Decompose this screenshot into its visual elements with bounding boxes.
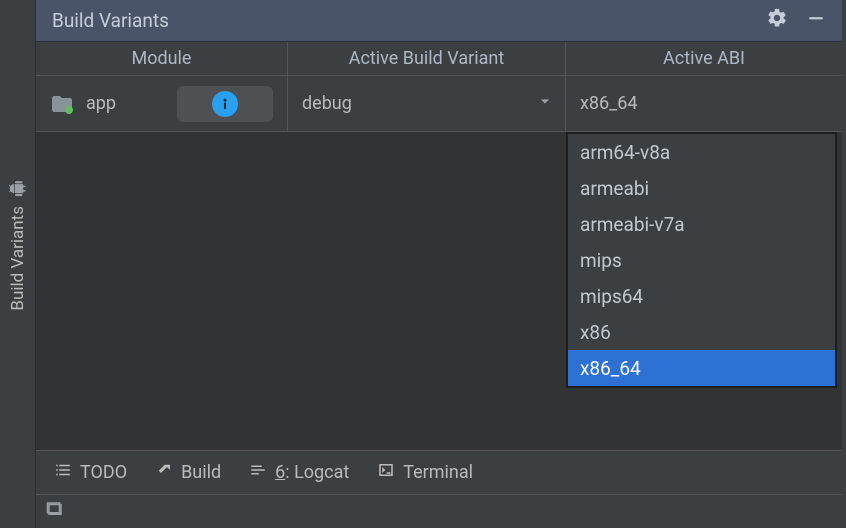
abi-option-arm64-v8a[interactable]: arm64-v8a — [568, 134, 835, 170]
footer-bar — [36, 494, 842, 528]
window-icon[interactable] — [46, 500, 64, 523]
settings-button[interactable] — [766, 7, 788, 34]
columns-header: Module Active Build Variant Active ABI — [36, 42, 842, 76]
module-name: app — [86, 93, 116, 114]
status-bar: TODO Build 6: Logcat Terminal — [36, 450, 842, 494]
column-header-module: Module — [36, 42, 288, 75]
abi-option-x86[interactable]: x86 — [568, 314, 835, 350]
tool-tab-label: Build Variants — [8, 206, 28, 311]
gear-icon — [766, 7, 788, 34]
minimize-button[interactable] — [806, 8, 826, 33]
variant-value: debug — [302, 93, 352, 114]
status-todo[interactable]: TODO — [54, 461, 127, 484]
abi-value: x86_64 — [580, 93, 638, 114]
abi-dropdown[interactable]: arm64-v8aarmeabiarmeabi-v7amipsmips64x86… — [566, 132, 837, 388]
info-badge[interactable] — [177, 86, 273, 122]
abi-option-armeabi-v7a[interactable]: armeabi-v7a — [568, 206, 835, 242]
panel-title: Build Variants — [52, 9, 766, 32]
status-logcat[interactable]: 6: Logcat — [249, 461, 349, 484]
list-icon — [54, 461, 72, 484]
left-tool-gutter: Build Variants — [0, 0, 36, 528]
folder-icon — [50, 92, 74, 116]
status-todo-label: TODO — [80, 462, 127, 483]
status-terminal[interactable]: Terminal — [377, 461, 473, 484]
status-build[interactable]: Build — [155, 461, 221, 484]
status-build-label: Build — [181, 462, 221, 483]
terminal-icon — [377, 461, 395, 484]
module-row: app debug x86_64 — [36, 76, 842, 132]
abi-option-x86-64[interactable]: x86_64 — [568, 350, 835, 386]
status-logcat-label: 6: Logcat — [275, 462, 349, 483]
info-icon — [212, 91, 238, 117]
panel-header: Build Variants — [36, 0, 842, 42]
android-icon — [8, 180, 28, 198]
chevron-down-icon — [535, 91, 555, 116]
tool-tab-build-variants[interactable]: Build Variants — [8, 180, 28, 311]
abi-option-mips[interactable]: mips — [568, 242, 835, 278]
lines-icon — [249, 461, 267, 484]
status-terminal-label: Terminal — [403, 462, 473, 483]
minimize-icon — [806, 8, 826, 33]
column-header-abi: Active ABI — [566, 42, 842, 75]
module-cell[interactable]: app — [36, 76, 288, 131]
abi-option-armeabi[interactable]: armeabi — [568, 170, 835, 206]
abi-cell[interactable]: x86_64 — [566, 76, 842, 131]
variant-cell[interactable]: debug — [288, 76, 566, 131]
column-header-variant: Active Build Variant — [288, 42, 566, 75]
hammer-icon — [155, 461, 173, 484]
abi-option-mips64[interactable]: mips64 — [568, 278, 835, 314]
